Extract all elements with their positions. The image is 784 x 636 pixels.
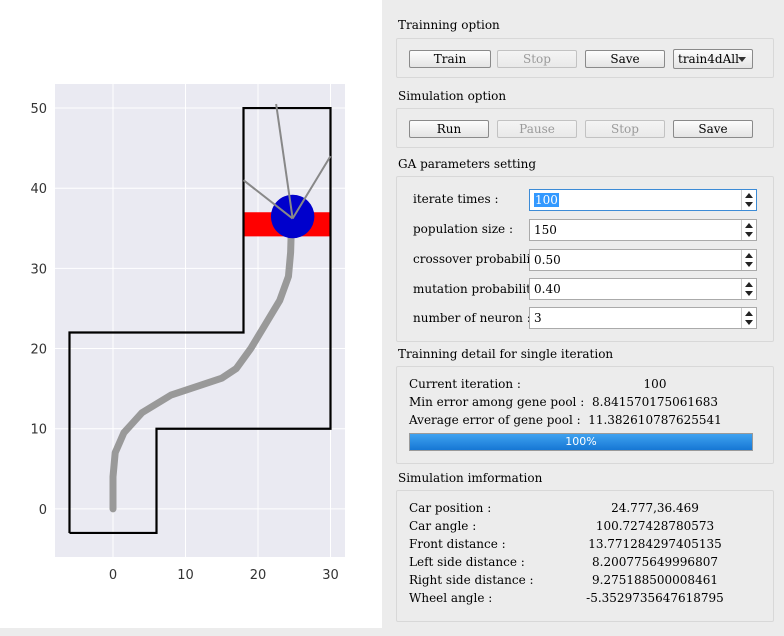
x-tick-label: 20 <box>250 568 267 583</box>
population-size-input[interactable]: 150 <box>529 219 757 241</box>
y-tick-label: 10 <box>30 423 47 438</box>
training-detail-group: Current iteration : 100 Min error among … <box>396 366 774 464</box>
dataset-select[interactable]: train4dAll <box>673 49 753 69</box>
arrow-down-icon[interactable] <box>745 320 753 325</box>
car-angle-label: Car angle : <box>409 519 477 533</box>
number-of-neuron-input[interactable]: 3 <box>529 307 757 329</box>
simulation-information-title: Simulation imformation <box>398 471 543 485</box>
number-of-neuron-label: number of neuron : <box>413 311 531 325</box>
arrow-down-icon[interactable] <box>745 232 753 237</box>
plot-background <box>55 84 345 557</box>
population-size-label: population size : <box>413 222 514 236</box>
current-iteration-value: 100 <box>643 377 667 391</box>
simulation-option-title: Simulation option <box>398 89 507 103</box>
spin-buttons[interactable] <box>741 279 756 299</box>
x-tick-label: 10 <box>177 568 194 583</box>
spin-buttons[interactable] <box>741 220 756 240</box>
front-distance-label: Front distance : <box>409 537 506 551</box>
x-tick-label: 0 <box>109 568 117 583</box>
arrow-down-icon[interactable] <box>745 262 753 267</box>
population-size-value: 150 <box>534 223 557 237</box>
left-distance-value: 8.200775649996807 <box>592 555 718 569</box>
mutation-probability-input[interactable]: 0.40 <box>529 278 757 300</box>
wheel-angle-value: -5.3529735647618795 <box>586 591 724 605</box>
spin-buttons[interactable] <box>741 190 756 210</box>
pause-button[interactable]: Pause <box>497 120 577 138</box>
y-tick-label: 50 <box>30 102 47 117</box>
arrow-up-icon[interactable] <box>745 223 753 228</box>
sim-save-button[interactable]: Save <box>673 120 753 138</box>
arrow-down-icon[interactable] <box>745 202 753 207</box>
x-tick-label: 30 <box>322 568 339 583</box>
train-stop-button[interactable]: Stop <box>497 50 577 68</box>
wheel-angle-label: Wheel angle : <box>409 591 493 605</box>
control-panel: Trainning option Train Stop Save train4d… <box>392 0 784 636</box>
train-save-button[interactable]: Save <box>585 50 665 68</box>
y-tick-label: 0 <box>39 503 47 518</box>
spin-buttons[interactable] <box>741 308 756 328</box>
arrow-down-icon[interactable] <box>745 291 753 296</box>
dataset-select-value: train4dAll <box>678 52 739 66</box>
arrow-up-icon[interactable] <box>745 253 753 258</box>
mutation-probability-value: 0.40 <box>534 282 561 296</box>
spin-buttons[interactable] <box>741 250 756 270</box>
iterate-times-input[interactable]: 100 <box>529 189 757 211</box>
car-position-label: Car position : <box>409 501 492 515</box>
train-button[interactable]: Train <box>409 50 491 68</box>
left-distance-label: Left side distance : <box>409 555 525 569</box>
front-distance-value: 13.771284297405135 <box>588 537 722 551</box>
arrow-up-icon[interactable] <box>745 282 753 287</box>
y-tick-label: 20 <box>30 343 47 358</box>
arrow-up-icon[interactable] <box>745 193 753 198</box>
training-detail-title: Trainning detail for single iteration <box>398 347 614 361</box>
training-option-title: Trainning option <box>398 18 500 32</box>
y-tick-label: 40 <box>30 182 47 197</box>
crossover-probability-value: 0.50 <box>534 253 561 267</box>
progress-text: 100% <box>565 435 597 448</box>
iterate-times-label: iterate times : <box>413 192 499 206</box>
car-position-value: 24.777,36.469 <box>611 501 699 515</box>
right-distance-value: 9.275188500008461 <box>592 573 718 587</box>
current-iteration-label: Current iteration : <box>409 377 521 391</box>
ga-parameters-title: GA parameters setting <box>398 157 537 171</box>
track-plot: 0 10 20 30 0 10 20 30 40 50 <box>30 84 345 583</box>
crossover-probability-input[interactable]: 0.50 <box>529 249 757 271</box>
y-tick-label: 30 <box>30 262 47 277</box>
iterate-times-value: 100 <box>534 193 559 207</box>
car-angle-value: 100.727428780573 <box>595 519 715 533</box>
average-error-value: 11.382610787625541 <box>588 413 722 427</box>
track-plot-panel: 0 10 20 30 0 10 20 30 40 50 <box>0 0 382 628</box>
arrow-up-icon[interactable] <box>745 311 753 316</box>
training-progress-bar: 100% <box>409 433 753 451</box>
right-distance-label: Right side distance : <box>409 573 534 587</box>
number-of-neuron-value: 3 <box>534 311 542 325</box>
simulation-option-group: Run Pause Stop Save <box>396 108 774 148</box>
sim-stop-button[interactable]: Stop <box>585 120 665 138</box>
ga-parameters-group: iterate times : 100 population size : 15… <box>396 176 774 342</box>
simulation-information-group: Car position : 24.777,36.469 Car angle :… <box>396 490 774 622</box>
training-option-group: Train Stop Save train4dAll <box>396 38 774 78</box>
run-button[interactable]: Run <box>409 120 489 138</box>
mutation-probability-label: mutation probability : <box>413 282 546 296</box>
min-error-value: 8.841570175061683 <box>592 395 718 409</box>
chevron-down-icon <box>738 57 746 62</box>
